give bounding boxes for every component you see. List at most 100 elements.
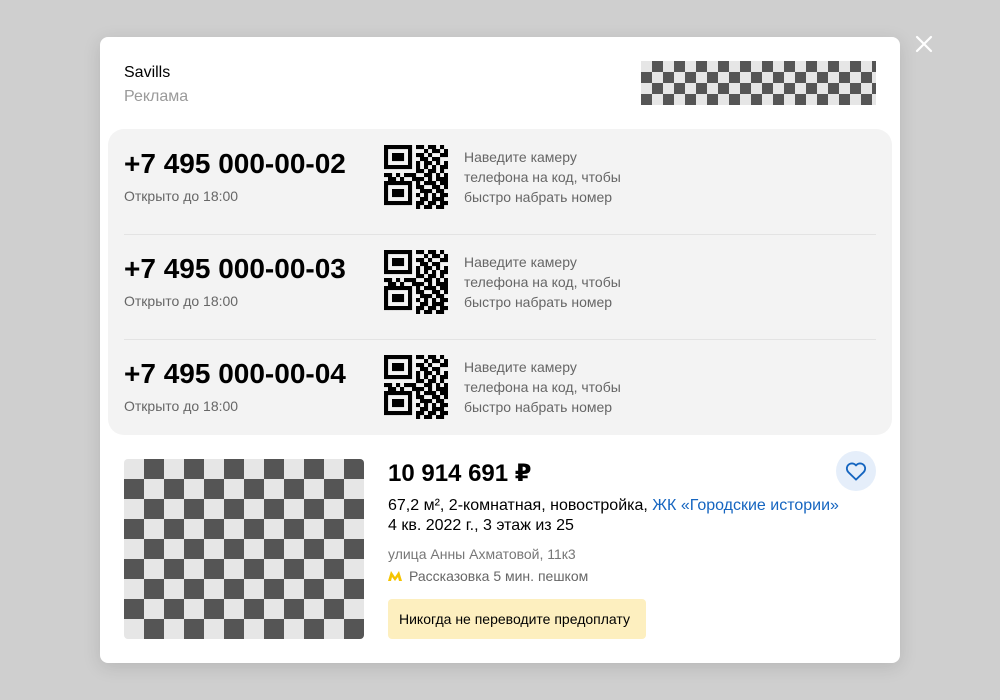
phone-hours: Открыто до 18:00: [124, 188, 239, 204]
qr-module: [408, 266, 413, 271]
qr-module: [440, 363, 445, 368]
qr-module: [436, 367, 441, 372]
qr-module: [400, 181, 405, 186]
qr-module: [408, 270, 413, 275]
qr-module: [428, 411, 433, 416]
qr-module: [432, 193, 437, 198]
qr-module: [440, 165, 445, 170]
listing-photo[interactable]: [124, 459, 364, 639]
qr-module: [396, 294, 401, 299]
qr-module: [384, 383, 389, 388]
prepayment-warning: Никогда не переводите предоплату: [388, 599, 646, 639]
qr-module: [444, 375, 448, 380]
qr-module: [436, 189, 441, 194]
qr-module: [392, 411, 397, 416]
qr-module: [396, 262, 401, 267]
qr-module: [420, 355, 425, 360]
qr-module: [408, 403, 413, 408]
qr-module: [432, 145, 437, 150]
listing-price: 10 914 691 ₽: [388, 460, 532, 487]
qr-module: [428, 282, 433, 287]
favorite-button[interactable]: [836, 451, 876, 491]
qr-module: [400, 286, 405, 291]
qr-module: [396, 189, 401, 194]
listing-completion: 4 кв. 2022 г., 3 этаж из 25: [388, 517, 574, 534]
qr-module: [384, 294, 389, 299]
qr-module: [436, 266, 441, 271]
qr-module: [440, 177, 445, 182]
qr-module: [428, 189, 433, 194]
phone-number[interactable]: +7 495 000-00-03: [124, 252, 346, 286]
phone-number[interactable]: +7 495 000-00-02: [124, 147, 346, 181]
qr-module: [440, 399, 445, 404]
qr-module: [392, 391, 397, 396]
qr-module: [388, 306, 393, 311]
qr-module: [440, 379, 445, 384]
qr-module: [384, 185, 389, 190]
qr-module: [428, 173, 433, 178]
qr-module: [384, 298, 389, 303]
qr-module: [396, 375, 401, 380]
qr-module: [388, 145, 393, 150]
qr-module: [384, 157, 389, 162]
qr-module: [436, 278, 441, 283]
qr-module: [440, 415, 445, 419]
qr-module: [436, 177, 441, 182]
qr-module: [384, 149, 389, 154]
close-icon: [915, 35, 933, 53]
qr-module: [432, 250, 437, 255]
qr-module: [388, 278, 393, 283]
qr-module: [396, 157, 401, 162]
qr-module: [408, 298, 413, 303]
qr-module: [444, 391, 448, 396]
qr-module: [412, 383, 417, 388]
close-button[interactable]: [912, 32, 936, 56]
qr-module: [420, 201, 425, 206]
qr-module: [420, 169, 425, 174]
qr-module: [400, 157, 405, 162]
qr-module: [440, 201, 445, 206]
qr-module: [444, 306, 448, 311]
phone-row: +7 495 000-00-03 Открыто до 18:00 Наведи…: [124, 234, 876, 339]
qr-module: [408, 189, 413, 194]
qr-module: [396, 363, 401, 368]
qr-module: [440, 375, 445, 380]
qr-module: [396, 298, 401, 303]
qr-module: [396, 411, 401, 416]
complex-link[interactable]: ЖК «Городские истории»: [652, 497, 839, 514]
qr-module: [440, 189, 445, 194]
qr-module: [392, 399, 397, 404]
qr-module: [416, 274, 421, 279]
qr-module: [436, 290, 441, 295]
qr-module: [432, 359, 437, 364]
phone-number[interactable]: +7 495 000-00-04: [124, 357, 346, 391]
qr-module: [432, 286, 437, 291]
qr-module: [436, 294, 441, 299]
qr-module: [396, 391, 401, 396]
qr-module: [428, 383, 433, 388]
qr-module: [428, 274, 433, 279]
qr-module: [392, 306, 397, 311]
qr-module: [388, 355, 393, 360]
qr-module: [392, 270, 397, 275]
qr-module: [432, 298, 437, 303]
qr-module: [408, 161, 413, 166]
qr-module: [436, 407, 441, 412]
qr-module: [420, 282, 425, 287]
qr-module: [400, 153, 405, 158]
qr-module: [408, 399, 413, 404]
qr-module: [384, 250, 389, 255]
qr-module: [384, 403, 389, 408]
qr-module: [436, 383, 441, 388]
qr-module: [388, 250, 393, 255]
qr-module: [384, 161, 389, 166]
qr-module: [444, 185, 448, 190]
qr-module: [396, 145, 401, 150]
qr-module: [416, 310, 421, 314]
qr-module: [392, 262, 397, 267]
qr-module: [420, 185, 425, 190]
qr-module: [428, 153, 433, 158]
qr-module: [428, 306, 433, 311]
qr-module: [428, 399, 433, 404]
qr-module: [408, 149, 413, 154]
